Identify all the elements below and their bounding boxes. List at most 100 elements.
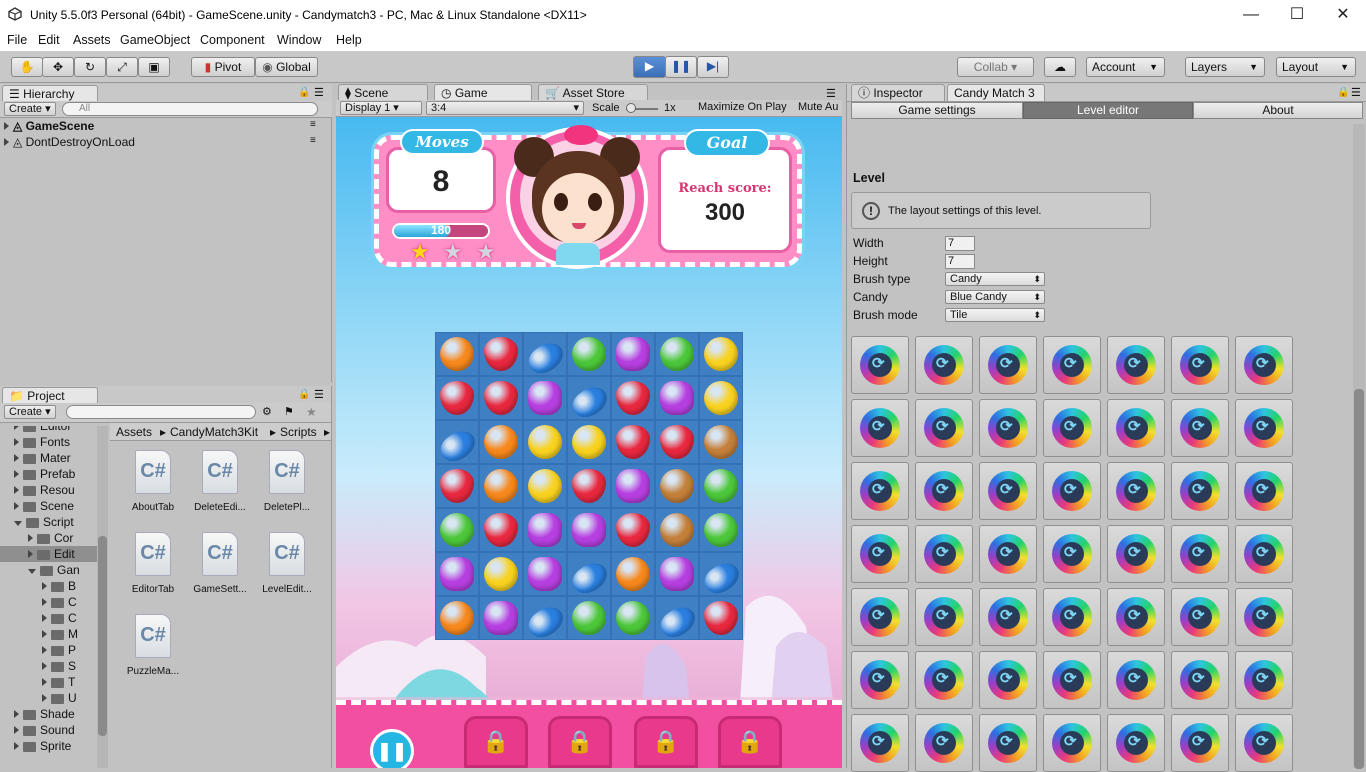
level-tile-button[interactable]: ⟳ bbox=[979, 651, 1037, 709]
subtab-level-editor[interactable]: Level editor bbox=[1023, 102, 1193, 119]
level-tile-button[interactable]: ⟳ bbox=[1235, 651, 1293, 709]
asset-item[interactable]: C# AboutTab bbox=[118, 448, 188, 524]
tab-project[interactable]: 📁 Project bbox=[2, 387, 98, 404]
rotate-tool-icon[interactable]: ↻ bbox=[74, 57, 106, 77]
level-tile-button[interactable]: ⟳ bbox=[915, 714, 973, 772]
level-tile-button[interactable]: ⟳ bbox=[1171, 336, 1229, 394]
project-folder-item[interactable]: Script bbox=[0, 514, 97, 530]
maximize-button[interactable]: ☐ bbox=[1274, 4, 1320, 28]
item-menu-icon[interactable]: ≡ bbox=[310, 119, 316, 130]
asset-item[interactable]: C# LevelEdit... bbox=[252, 530, 322, 606]
inspector-scrollbar[interactable] bbox=[1353, 124, 1365, 769]
board-cell[interactable] bbox=[435, 376, 479, 420]
panel-menu-icon[interactable]: ☰ bbox=[314, 86, 324, 99]
level-tile-button[interactable]: ⟳ bbox=[1043, 651, 1101, 709]
level-tile-button[interactable]: ⟳ bbox=[1171, 462, 1229, 520]
collapsed-arrow-icon[interactable] bbox=[42, 646, 47, 654]
menu-window[interactable]: Window bbox=[277, 33, 321, 47]
board-cell[interactable] bbox=[567, 332, 611, 376]
project-folder-item[interactable]: C bbox=[0, 594, 97, 610]
booster-slot-4-locked[interactable]: 🔒 bbox=[718, 716, 782, 768]
project-folder-item[interactable]: Resou bbox=[0, 482, 97, 498]
level-tile-button[interactable]: ⟳ bbox=[1235, 525, 1293, 583]
asset-item[interactable]: C# DeleteEdi... bbox=[185, 448, 255, 524]
board-cell[interactable] bbox=[567, 376, 613, 423]
tree-scrollbar[interactable] bbox=[97, 426, 108, 768]
board-cell[interactable] bbox=[567, 552, 613, 599]
level-tile-button[interactable]: ⟳ bbox=[979, 525, 1037, 583]
level-tile-button[interactable]: ⟳ bbox=[851, 651, 909, 709]
tab-game[interactable]: ◷ Game bbox=[434, 84, 532, 101]
collapsed-arrow-icon[interactable] bbox=[14, 426, 19, 430]
level-tile-button[interactable]: ⟳ bbox=[915, 525, 973, 583]
board-cell[interactable] bbox=[523, 552, 567, 596]
project-folder-item[interactable]: Fonts bbox=[0, 434, 97, 450]
menu-file[interactable]: File bbox=[7, 33, 27, 47]
board-cell[interactable] bbox=[611, 464, 655, 508]
play-button[interactable]: ▶ bbox=[633, 56, 666, 78]
level-tile-button[interactable]: ⟳ bbox=[851, 336, 909, 394]
collapsed-arrow-icon[interactable] bbox=[28, 534, 33, 542]
project-folder-item[interactable]: Gan bbox=[0, 562, 97, 578]
board-cell[interactable] bbox=[567, 420, 611, 464]
board-cell[interactable] bbox=[435, 420, 481, 467]
collapsed-arrow-icon[interactable] bbox=[42, 614, 47, 622]
booster-slot-1-locked[interactable]: 🔒 bbox=[464, 716, 528, 768]
level-tile-button[interactable]: ⟳ bbox=[915, 399, 973, 457]
level-tile-button[interactable]: ⟳ bbox=[1107, 336, 1165, 394]
layout-dropdown[interactable]: Layout ▼ bbox=[1276, 57, 1356, 77]
level-tile-button[interactable]: ⟳ bbox=[851, 399, 909, 457]
board-cell[interactable] bbox=[523, 376, 567, 420]
level-tile-button[interactable]: ⟳ bbox=[979, 588, 1037, 646]
project-folder-item[interactable]: Sound bbox=[0, 722, 97, 738]
subtab-about[interactable]: About bbox=[1193, 102, 1363, 119]
level-tile-button[interactable]: ⟳ bbox=[1043, 525, 1101, 583]
project-folder-item[interactable]: C bbox=[0, 610, 97, 626]
lock-icon[interactable]: 🔒 bbox=[298, 87, 310, 98]
project-folder-item[interactable]: Editor bbox=[0, 426, 97, 434]
collapsed-arrow-icon[interactable] bbox=[14, 438, 19, 446]
board-cell[interactable] bbox=[523, 420, 567, 464]
aspect-dropdown[interactable]: 3:4 ▾ bbox=[426, 101, 584, 115]
level-tile-button[interactable]: ⟳ bbox=[1107, 651, 1165, 709]
board-cell[interactable] bbox=[611, 508, 655, 552]
board-cell[interactable] bbox=[611, 376, 655, 420]
board-cell[interactable] bbox=[611, 552, 655, 596]
tab-scene[interactable]: ⧫ Scene bbox=[338, 84, 428, 101]
hierarchy-item-gamescene[interactable]: ◬ GameScene bbox=[4, 119, 94, 133]
project-create-button[interactable]: Create ▾ bbox=[4, 405, 56, 419]
board-cell[interactable] bbox=[523, 596, 569, 643]
subtab-game-settings[interactable]: Game settings bbox=[851, 102, 1023, 119]
board-cell[interactable] bbox=[655, 376, 699, 420]
board-cell[interactable] bbox=[479, 508, 523, 552]
project-folder-item[interactable]: S bbox=[0, 658, 97, 674]
board-cell[interactable] bbox=[435, 552, 479, 596]
favorite-star-icon[interactable]: ★ bbox=[306, 405, 317, 419]
level-tile-button[interactable]: ⟳ bbox=[915, 588, 973, 646]
menu-gameobject[interactable]: GameObject bbox=[120, 33, 190, 47]
project-folder-item[interactable]: Cor bbox=[0, 530, 97, 546]
panel-menu-icon[interactable]: ☰ bbox=[826, 87, 836, 100]
maximize-on-play-toggle[interactable]: Maximize On Play bbox=[694, 101, 792, 115]
level-tile-button[interactable]: ⟳ bbox=[915, 462, 973, 520]
item-menu-icon[interactable]: ≡ bbox=[310, 135, 316, 146]
level-tile-button[interactable]: ⟳ bbox=[1171, 714, 1229, 772]
board-cell[interactable] bbox=[655, 420, 699, 464]
asset-item[interactable]: C# DeletePl... bbox=[252, 448, 322, 524]
board-cell[interactable] bbox=[479, 376, 523, 420]
level-tile-button[interactable]: ⟳ bbox=[915, 336, 973, 394]
lock-icon[interactable]: 🔒 bbox=[298, 389, 310, 400]
brush-type-dropdown[interactable]: Candy bbox=[945, 272, 1045, 286]
board-cell[interactable] bbox=[567, 596, 611, 640]
project-folder-item[interactable]: Prefab bbox=[0, 466, 97, 482]
level-tile-button[interactable]: ⟳ bbox=[1171, 588, 1229, 646]
breadcrumb-scripts[interactable]: Scripts bbox=[280, 425, 317, 439]
booster-slot-2-locked[interactable]: 🔒 bbox=[548, 716, 612, 768]
board-cell[interactable] bbox=[699, 420, 743, 464]
level-tile-button[interactable]: ⟳ bbox=[1235, 462, 1293, 520]
move-tool-icon[interactable]: ✥ bbox=[42, 57, 74, 77]
asset-item[interactable]: C# GameSett... bbox=[185, 530, 255, 606]
pause-game-button[interactable]: ❚❚ bbox=[370, 729, 414, 768]
board-cell[interactable] bbox=[479, 420, 523, 464]
booster-slot-3-locked[interactable]: 🔒 bbox=[634, 716, 698, 768]
